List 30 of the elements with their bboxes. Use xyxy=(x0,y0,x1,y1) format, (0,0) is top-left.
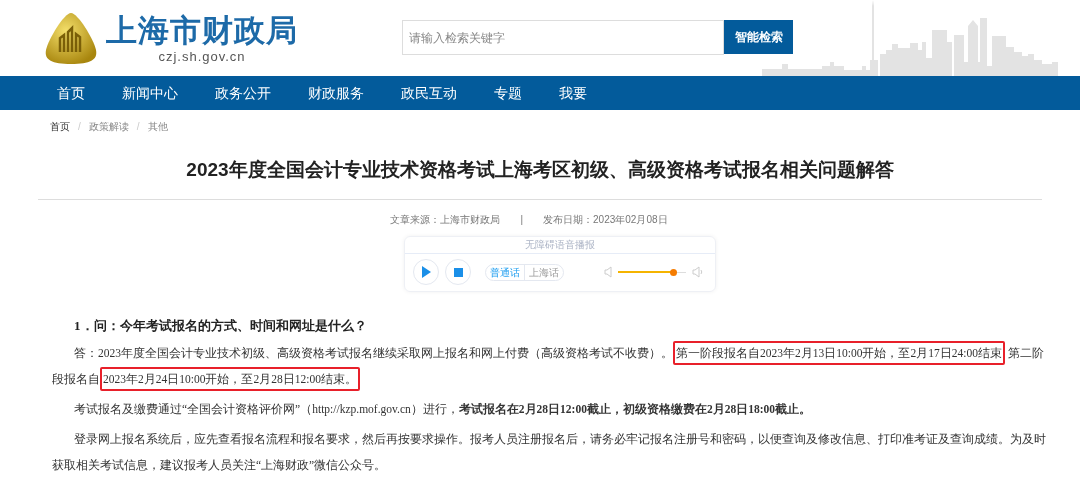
nav-item[interactable]: 首页 xyxy=(57,82,85,104)
meta-separator: | xyxy=(520,212,524,227)
nav-item[interactable]: 我要 xyxy=(559,82,587,104)
nav-item[interactable]: 专题 xyxy=(494,82,522,104)
nav-item[interactable]: 财政服务 xyxy=(308,82,364,104)
player-title: 无障碍语音播报 xyxy=(525,238,595,252)
publish-date: 发布日期：2023年02月08日 xyxy=(543,212,668,227)
nav-item[interactable]: 新闻中心 xyxy=(122,82,178,104)
breadcrumb-link[interactable]: 政策解读 xyxy=(88,118,129,134)
search-field[interactable]: 请输入检索关键字 xyxy=(402,20,724,55)
article-title: 2023年度全国会计专业技术资格考试上海考区初级、高级资格考试报名相关问题解答 xyxy=(186,158,894,182)
search-button[interactable]: 智能检索 xyxy=(724,20,793,54)
site-domain: czj.sh.gov.cn xyxy=(158,49,246,65)
breadcrumb-separator: / xyxy=(136,119,140,134)
play-icon xyxy=(421,266,431,278)
answer-paragraph: 答：2023年度全国会计专业技术初级、高级资格考试报名继续采取网上报名和网上付费（高级资格考试不收费）。 第一阶段报名自2023年2月13日10:00开始，至2月17日24:00结束 第二阶段报名自 2023年2月24日10:00开始，至2月28日12:00结束。 xyxy=(52,339,1050,392)
breadcrumb-link[interactable]: 首页 xyxy=(50,118,70,134)
question-heading: 1．问：今年考试报名的方式、时间和网址是什么？ xyxy=(73,316,368,335)
article-source: 文章来源：上海市财政局 xyxy=(390,212,501,227)
site-name: 上海市财政局 xyxy=(106,13,298,49)
stop-icon xyxy=(453,267,463,277)
volume-icon xyxy=(692,266,704,278)
breadcrumb-link[interactable]: 其他 xyxy=(147,118,168,134)
answer-paragraph: 考试报名及缴费通过“全国会计资格评价网”（http://kzp.mof.gov.cn）进行，考试报名在2月28日12:00截止，初级资格缴费在2月28日18:00截止。 xyxy=(73,401,812,418)
nav-item[interactable]: 政民互动 xyxy=(401,82,457,104)
answer-paragraph: 登录网上报名系统后，应先查看报名流程和报名要求，然后再按要求操作。报考人员注册报名后，请务必牢记报名注册号和密码，以便查询及修改信息、打印准考证及查询成绩。为及时获取相关考试信息，建议报考人员关注“上海财政”微信公众号。 xyxy=(52,431,1047,473)
volume-mute-icon xyxy=(604,266,612,278)
volume-slider[interactable] xyxy=(618,268,686,276)
breadcrumb-separator: / xyxy=(78,119,81,134)
nav-item[interactable]: 政务公开 xyxy=(215,82,271,104)
